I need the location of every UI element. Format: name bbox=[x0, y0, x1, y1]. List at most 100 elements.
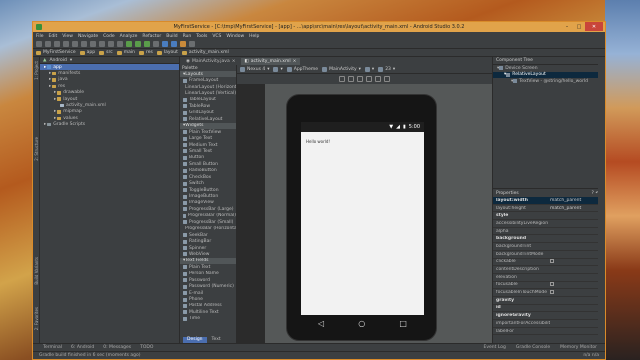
maximize-button[interactable]: □ bbox=[573, 22, 585, 31]
component-tree-item[interactable]: ▾ TextView - @string/hello_world bbox=[493, 78, 605, 85]
bottom-tab[interactable]: Terminal bbox=[43, 345, 62, 350]
breadcrumb-item[interactable]: main bbox=[116, 50, 135, 55]
design-tab[interactable]: Design bbox=[183, 336, 207, 343]
property-row[interactable]: backgroundTint bbox=[493, 243, 605, 251]
android-monitor-icon[interactable] bbox=[180, 41, 186, 47]
title-bar[interactable]: MyFirstService - [C:\tmp\MyFirstService]… bbox=[33, 22, 605, 32]
property-row[interactable]: accessibilityLiveRegion bbox=[493, 220, 605, 228]
tree-item[interactable]: ▸ Gradle Scripts bbox=[40, 122, 179, 128]
breadcrumb-item[interactable]: activity_main.xml bbox=[181, 50, 229, 55]
paste-icon[interactable] bbox=[99, 41, 105, 47]
menu-item-code[interactable]: Code bbox=[103, 34, 115, 39]
breadcrumb-item[interactable]: MyFirstService bbox=[36, 50, 76, 55]
palette-item[interactable]: ProgressBar (Horizontal) bbox=[180, 226, 236, 232]
chevron-icon[interactable]: ▸ bbox=[54, 109, 56, 114]
palette-item[interactable]: Time bbox=[180, 316, 236, 322]
text-tab[interactable]: Text bbox=[208, 337, 225, 343]
project-view-selector[interactable]: ▲ Android ▾ bbox=[40, 57, 179, 64]
help-icon[interactable] bbox=[189, 41, 195, 47]
palette-item[interactable]: ProgressBar (Small) bbox=[180, 219, 236, 225]
theme-selector[interactable]: AppTheme bbox=[286, 66, 318, 72]
refresh-icon[interactable] bbox=[375, 76, 381, 82]
run-icon[interactable] bbox=[135, 41, 141, 47]
chevron-icon[interactable]: ▸ bbox=[44, 65, 46, 70]
avd-manager-icon[interactable] bbox=[171, 41, 177, 47]
menu-item-window[interactable]: Window bbox=[226, 34, 244, 39]
replace-icon[interactable] bbox=[117, 41, 123, 47]
property-row[interactable]: style bbox=[493, 212, 605, 221]
sync-icon[interactable] bbox=[54, 41, 60, 47]
chevron-icon[interactable]: ▸ bbox=[54, 116, 56, 121]
property-row[interactable]: backgroundTintMode bbox=[493, 251, 605, 259]
checkbox[interactable] bbox=[550, 281, 554, 286]
menu-item-navigate[interactable]: Navigate bbox=[78, 34, 98, 39]
property-row[interactable]: background bbox=[493, 235, 605, 244]
breadcrumb-item[interactable]: app bbox=[79, 50, 95, 55]
property-row[interactable]: gravity bbox=[493, 297, 605, 305]
copy-icon[interactable] bbox=[90, 41, 96, 47]
chevron-icon[interactable]: ▸ bbox=[44, 122, 46, 127]
chevron-icon[interactable]: ▸ bbox=[49, 77, 51, 82]
menu-item-vcs[interactable]: VCS bbox=[212, 34, 221, 39]
device-screen[interactable]: ▼ ◢ ▮ 5:00 Hello world! bbox=[301, 122, 424, 315]
menu-item-analyze[interactable]: Analyze bbox=[120, 34, 138, 39]
bottom-tab[interactable]: 0: Messages bbox=[103, 345, 131, 350]
property-row[interactable]: layout:height match_parent bbox=[493, 205, 605, 213]
checkbox[interactable] bbox=[550, 258, 554, 263]
breadcrumb-item[interactable]: src bbox=[99, 50, 113, 55]
warning-icon[interactable] bbox=[384, 76, 390, 82]
editor-tab[interactable]: ◉ MainActivity.java × bbox=[182, 57, 240, 65]
undo-icon[interactable] bbox=[63, 41, 69, 47]
property-row[interactable]: labelFor bbox=[493, 328, 605, 336]
property-row[interactable]: contentDescription bbox=[493, 266, 605, 274]
orientation-selector[interactable]: ▾ bbox=[273, 66, 283, 72]
bottom-tab[interactable]: Memory Monitor bbox=[560, 345, 597, 350]
bottom-tab[interactable]: 6: Android bbox=[71, 345, 94, 350]
palette-item[interactable]: LinearLayout (Vertical) bbox=[180, 90, 236, 96]
property-row[interactable]: importantForAccessibility bbox=[493, 320, 605, 328]
chevron-icon[interactable]: ▸ bbox=[49, 71, 51, 76]
property-row[interactable]: focusable bbox=[493, 281, 605, 290]
zoom-out-icon[interactable] bbox=[366, 76, 372, 82]
attach-debugger-icon[interactable] bbox=[153, 41, 159, 47]
checkbox[interactable] bbox=[550, 289, 554, 294]
editor-tab[interactable]: ◧ activity_main.xml × bbox=[240, 57, 301, 65]
bottom-tab[interactable]: TODO bbox=[140, 345, 153, 350]
bottom-tab[interactable]: Gradle Console bbox=[516, 345, 550, 350]
menu-item-help[interactable]: Help bbox=[249, 34, 259, 39]
api-level-selector[interactable]: 23 ▾ bbox=[378, 66, 395, 72]
zoom-fit-icon[interactable] bbox=[339, 76, 345, 82]
menu-item-file[interactable]: File bbox=[36, 34, 44, 39]
make-project-icon[interactable] bbox=[126, 41, 132, 47]
close-tab-icon[interactable]: × bbox=[293, 59, 297, 64]
palette-item[interactable]: LinearLayout (Horizontal) bbox=[180, 84, 236, 90]
locale-selector[interactable]: ▾ bbox=[364, 66, 374, 72]
save-icon[interactable] bbox=[45, 41, 51, 47]
minimize-button[interactable]: – bbox=[561, 22, 573, 31]
property-row[interactable]: clickable bbox=[493, 258, 605, 267]
menu-item-refactor[interactable]: Refactor bbox=[142, 34, 161, 39]
property-row[interactable]: focusableInTouchMode bbox=[493, 289, 605, 297]
menu-item-build[interactable]: Build bbox=[166, 34, 177, 39]
bottom-tab[interactable]: Event Log bbox=[484, 345, 506, 350]
zoom-actual-icon[interactable] bbox=[348, 76, 354, 82]
activity-selector[interactable]: MainActivity ▾ bbox=[322, 66, 361, 72]
chevron-icon[interactable]: ▸ bbox=[49, 84, 51, 89]
build-variants-tool-tab[interactable]: Build Variants bbox=[34, 257, 39, 285]
menu-item-run[interactable]: Run bbox=[183, 34, 192, 39]
sdk-manager-icon[interactable] bbox=[162, 41, 168, 47]
cut-icon[interactable] bbox=[81, 41, 87, 47]
structure-tool-tab[interactable]: 2: Structure bbox=[34, 137, 39, 161]
property-row[interactable]: ignoreGravity bbox=[493, 312, 605, 320]
debug-icon[interactable] bbox=[144, 41, 150, 47]
chevron-icon[interactable]: ▸ bbox=[54, 97, 56, 102]
chevron-icon[interactable]: ▸ bbox=[54, 90, 56, 95]
design-canvas[interactable]: ▼ ◢ ▮ 5:00 Hello world! ◁ ○ □ bbox=[265, 84, 492, 348]
breadcrumb-item[interactable]: layout bbox=[156, 50, 178, 55]
hello-world-textview[interactable]: Hello world! bbox=[306, 139, 330, 144]
menu-item-view[interactable]: View bbox=[62, 34, 73, 39]
palette-item[interactable]: Password (Numeric) bbox=[180, 283, 236, 289]
close-tab-icon[interactable]: × bbox=[232, 59, 236, 64]
find-icon[interactable] bbox=[108, 41, 114, 47]
property-row[interactable]: alpha bbox=[493, 228, 605, 236]
